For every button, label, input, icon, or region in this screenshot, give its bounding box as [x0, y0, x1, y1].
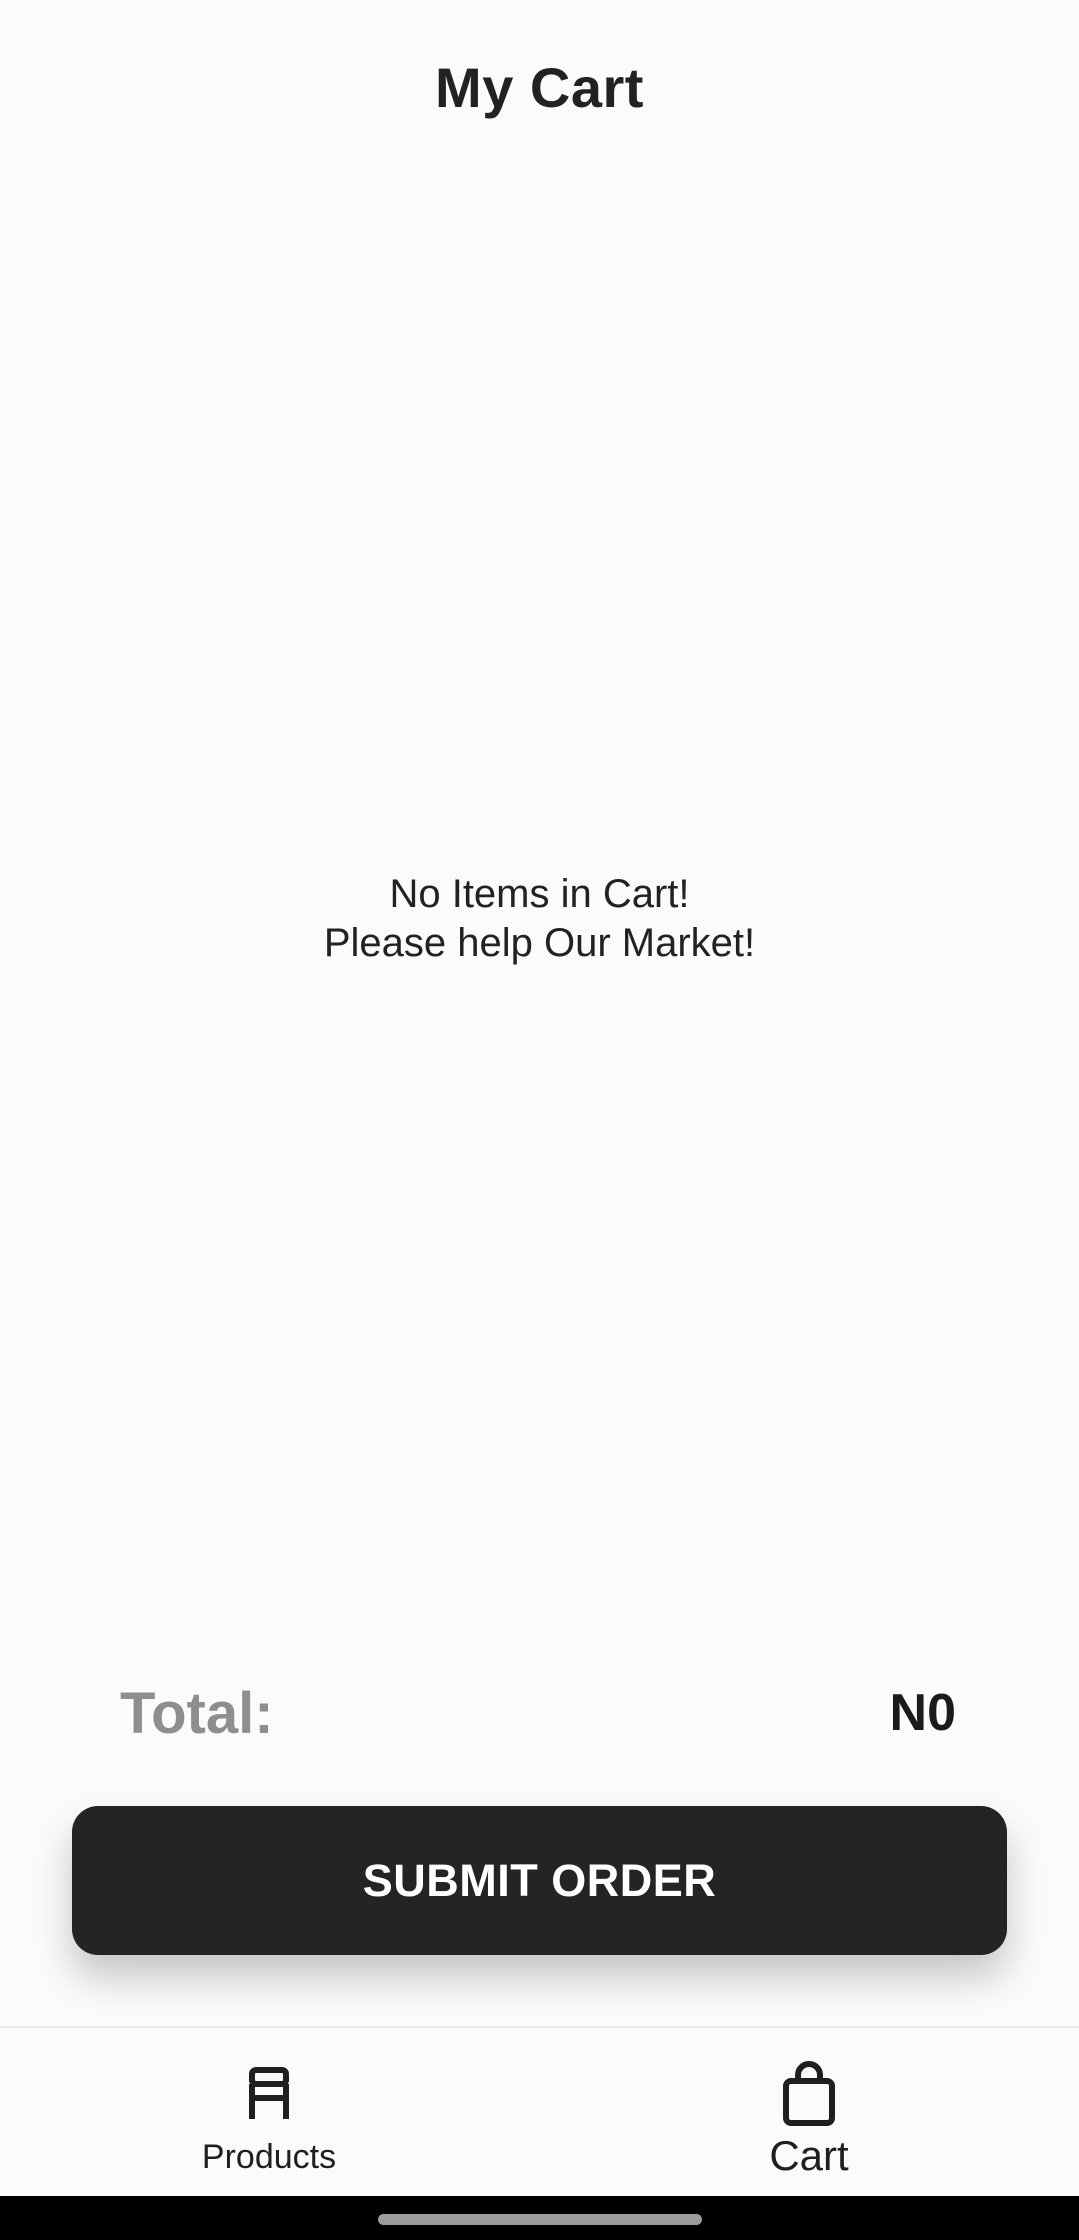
- total-value: N0: [889, 1684, 956, 1742]
- nav-item-cart[interactable]: Cart: [659, 2028, 959, 2198]
- system-navigation-bar: [0, 2196, 1079, 2240]
- total-row: Total: N0: [120, 1678, 956, 1748]
- nav-label-cart: Cart: [769, 2132, 849, 2179]
- empty-message-line-2: Please help Our Market!: [323, 921, 756, 965]
- nav-item-products[interactable]: Products: [119, 2028, 419, 2198]
- total-label: Total:: [120, 1680, 274, 1746]
- home-indicator[interactable]: [378, 2214, 702, 2225]
- empty-cart-message: No Items in Cart! Please help Our Market…: [0, 870, 1079, 968]
- bottom-navigation: Products Cart: [0, 2026, 1079, 2196]
- shopping-bag-icon: [781, 2060, 837, 2128]
- nav-label-products: Products: [201, 2138, 337, 2176]
- store-icon: [244, 2060, 294, 2128]
- empty-message-line-1: No Items in Cart!: [389, 872, 690, 916]
- submit-order-button[interactable]: SUBMIT ORDER: [72, 1806, 1007, 1955]
- page-title: My Cart: [435, 56, 644, 119]
- app-header: My Cart: [0, 0, 1079, 175]
